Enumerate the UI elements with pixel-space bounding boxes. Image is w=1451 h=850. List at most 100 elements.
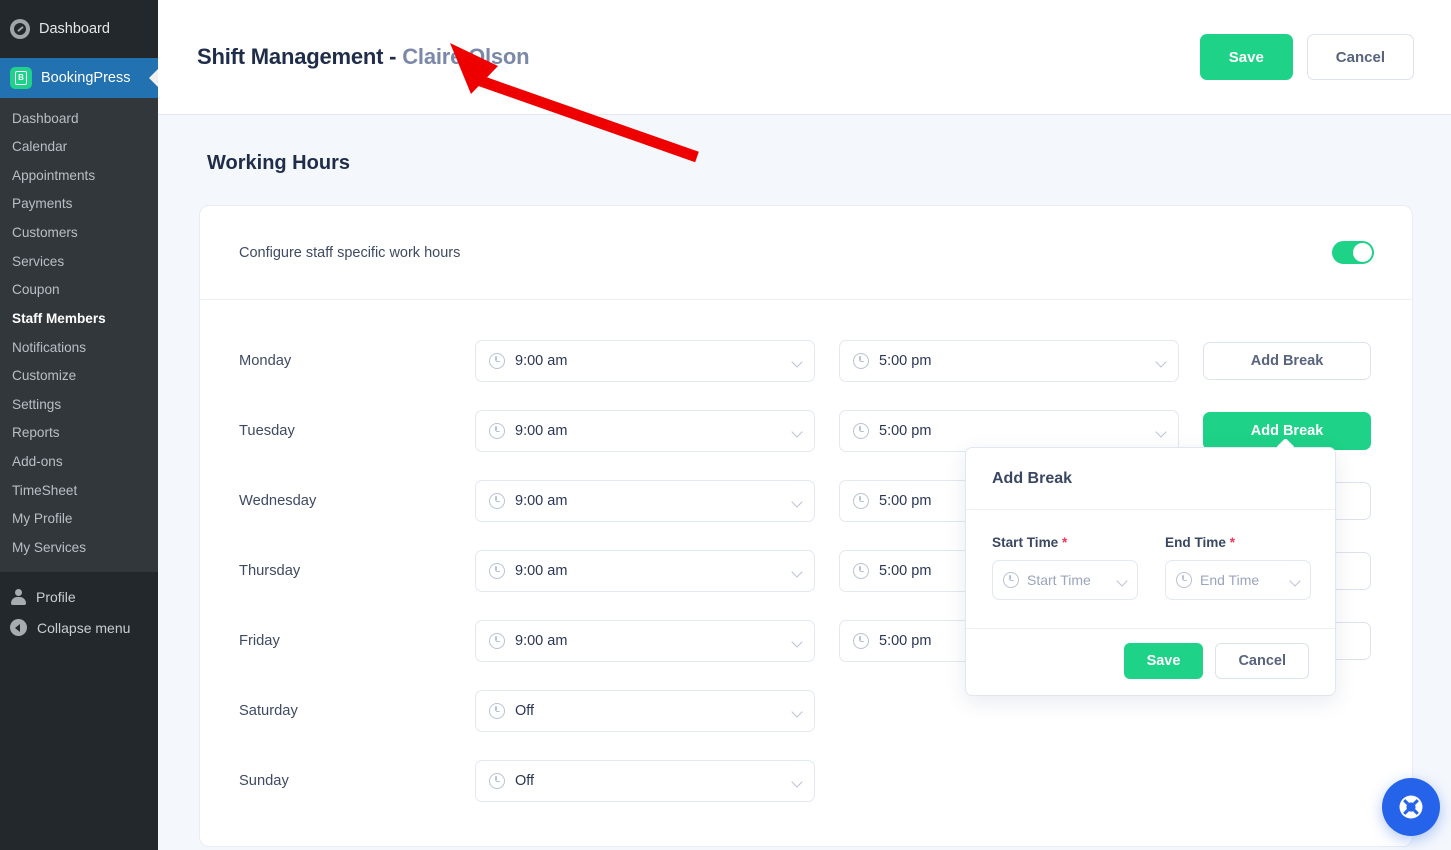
sidebar-item-reports[interactable]: Reports — [0, 419, 158, 448]
clock-icon — [853, 493, 869, 509]
end-time-value-tuesday: 5:00 pm — [879, 423, 932, 439]
clock-icon — [489, 493, 505, 509]
sidebar-item-bookingpress[interactable]: B BookingPress — [0, 58, 158, 98]
sidebar-item-customers[interactable]: Customers — [0, 219, 158, 248]
page-title-separator: - — [383, 44, 403, 69]
popup-end-time-select[interactable]: End Time — [1165, 560, 1311, 600]
add-break-popup: Add Break Start Time * Start Time End Ti… — [965, 447, 1336, 696]
start-time-select-thursday[interactable]: 9:00 am — [475, 550, 815, 592]
toggle-knob — [1353, 243, 1372, 262]
day-label-wednesday: Wednesday — [239, 493, 317, 509]
sidebar-item-add-ons[interactable]: Add-ons — [0, 448, 158, 477]
chevron-down-icon — [1291, 576, 1300, 585]
sidebar-item-calendar[interactable]: Calendar — [0, 133, 158, 162]
start-time-label-text: Start Time — [992, 535, 1059, 550]
sidebar-item-coupon[interactable]: Coupon — [0, 276, 158, 305]
page-title-staff-name: Claire Olson — [402, 44, 530, 69]
clock-icon — [489, 353, 505, 369]
configure-work-hours-toggle[interactable] — [1332, 241, 1374, 264]
start-time-value-friday: 9:00 am — [515, 633, 568, 649]
start-time-select-sunday[interactable]: Off — [475, 760, 815, 802]
start-time-value-sunday: Off — [515, 773, 535, 789]
start-time-select-monday[interactable]: 9:00 am — [475, 340, 815, 382]
start-time-select-friday[interactable]: 9:00 am — [475, 620, 815, 662]
end-time-field: End Time * End Time — [1165, 535, 1311, 600]
sidebar-item-dashboard-top[interactable]: Dashboard — [0, 0, 158, 58]
sidebar-collapse-label: Collapse menu — [37, 619, 131, 636]
required-asterisk: * — [1062, 535, 1068, 550]
table-row: Monday 9:00 am 5:00 pm Add Break — [200, 326, 1412, 396]
start-time-value-wednesday: 9:00 am — [515, 493, 568, 509]
clock-icon — [853, 563, 869, 579]
required-asterisk: * — [1229, 535, 1236, 550]
chevron-down-icon — [793, 567, 802, 576]
save-button[interactable]: Save — [1199, 34, 1293, 80]
clock-icon — [1003, 572, 1019, 588]
sidebar-bottom-section: Profile Collapse menu — [0, 572, 158, 643]
sidebar-item-my-services[interactable]: My Services — [0, 533, 158, 562]
sidebar-item-payments[interactable]: Payments — [0, 190, 158, 219]
clock-icon — [489, 773, 505, 789]
lifebuoy-icon — [1399, 795, 1423, 819]
clock-icon — [853, 633, 869, 649]
chevron-down-icon — [793, 427, 802, 436]
day-label-tuesday: Tuesday — [239, 423, 295, 439]
table-row: Sunday Off — [200, 746, 1412, 816]
chevron-down-icon — [1157, 357, 1166, 366]
add-break-button-monday[interactable]: Add Break — [1203, 342, 1371, 380]
card-header: Configure staff specific work hours — [200, 206, 1412, 300]
popup-caret — [1277, 439, 1294, 448]
start-time-field: Start Time * Start Time — [992, 535, 1138, 600]
help-support-button[interactable] — [1382, 778, 1440, 836]
sidebar-profile-label: Profile — [36, 589, 76, 605]
clock-icon — [489, 633, 505, 649]
chevron-down-icon — [793, 357, 802, 366]
sidebar-item-timesheet[interactable]: TimeSheet — [0, 476, 158, 505]
day-label-sunday: Sunday — [239, 773, 289, 789]
page-header: Shift Management - Claire Olson Save Can… — [158, 0, 1451, 115]
popup-start-time-value: Start Time — [1027, 572, 1091, 588]
dashboard-icon — [10, 19, 30, 39]
sidebar-submenu: Dashboard Calendar Appointments Payments… — [0, 98, 158, 572]
clock-icon — [853, 353, 869, 369]
configure-work-hours-label: Configure staff specific work hours — [239, 244, 461, 261]
day-label-saturday: Saturday — [239, 703, 298, 719]
clock-icon — [853, 423, 869, 439]
popup-start-time-select[interactable]: Start Time — [992, 560, 1138, 600]
chevron-down-icon — [793, 707, 802, 716]
day-label-thursday: Thursday — [239, 563, 301, 579]
sidebar-item-my-profile[interactable]: My Profile — [0, 505, 158, 534]
sidebar-item-staff-members[interactable]: Staff Members — [0, 304, 158, 333]
sidebar-item-settings[interactable]: Settings — [0, 390, 158, 419]
end-time-select-monday[interactable]: 5:00 pm — [839, 340, 1179, 382]
page-title: Shift Management - Claire Olson — [197, 44, 530, 70]
start-time-value-thursday: 9:00 am — [515, 563, 568, 579]
sidebar-item-appointments[interactable]: Appointments — [0, 161, 158, 190]
bookingpress-logo-icon: B — [10, 67, 32, 89]
chevron-down-icon — [1157, 427, 1166, 436]
main-area: Shift Management - Claire Olson Save Can… — [158, 0, 1451, 850]
section-title: Working Hours — [207, 152, 350, 174]
popup-cancel-button[interactable]: Cancel — [1215, 643, 1309, 679]
sidebar-item-services[interactable]: Services — [0, 247, 158, 276]
sidebar-item-profile[interactable]: Profile — [0, 582, 158, 612]
clock-icon — [489, 563, 505, 579]
header-actions: Save Cancel — [1199, 34, 1414, 80]
start-time-select-wednesday[interactable]: 9:00 am — [475, 480, 815, 522]
day-label-friday: Friday — [239, 633, 280, 649]
chevron-down-icon — [793, 637, 802, 646]
start-time-label: Start Time * — [992, 535, 1138, 550]
start-time-select-saturday[interactable]: Off — [475, 690, 815, 732]
chevron-down-icon — [1118, 576, 1127, 585]
sidebar-item-dashboard[interactable]: Dashboard — [0, 104, 158, 133]
sidebar-dashboard-label: Dashboard — [39, 21, 110, 37]
start-time-select-tuesday[interactable]: 9:00 am — [475, 410, 815, 452]
sidebar-item-collapse-menu[interactable]: Collapse menu — [0, 612, 158, 643]
popup-save-button[interactable]: Save — [1123, 643, 1204, 679]
sidebar-item-notifications[interactable]: Notifications — [0, 333, 158, 362]
sidebar-item-customize[interactable]: Customize — [0, 362, 158, 391]
cancel-button[interactable]: Cancel — [1306, 34, 1414, 80]
app-root: Dashboard B BookingPress Dashboard Calen… — [0, 0, 1451, 850]
end-time-select-tuesday[interactable]: 5:00 pm — [839, 410, 1179, 452]
chevron-down-icon — [793, 777, 802, 786]
